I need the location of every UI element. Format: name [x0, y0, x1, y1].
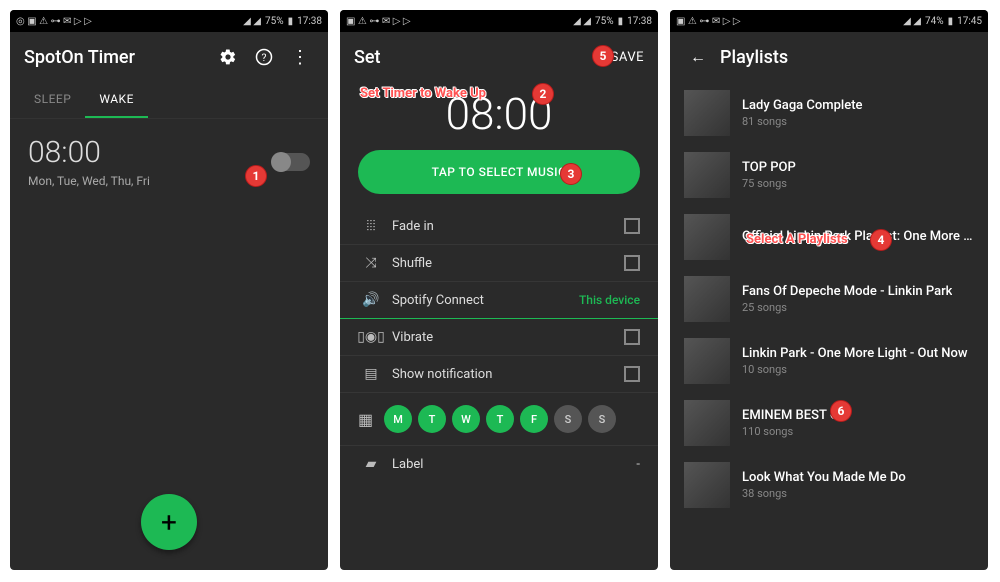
shuffle-icon: ⤨ [358, 255, 384, 271]
annotation-badge-3: 3 [560, 163, 582, 185]
alarm-toggle[interactable] [272, 153, 310, 171]
playlist-list: Lady Gaga Complete 81 songs TOP POP 75 s… [670, 82, 988, 516]
status-bar: ▣ ⚠ ⊶ ✉ ▷ ▷ ◢ ◢ 75% ▮ 17:38 [340, 10, 658, 32]
phone-screen-2: ▣ ⚠ ⊶ ✉ ▷ ▷ ◢ ◢ 75% ▮ 17:38 Set SAVE Set… [340, 10, 658, 570]
playlist-thumbnail [684, 400, 730, 446]
day-fri[interactable]: F [520, 405, 548, 433]
status-bar: ◎ ▣ ⚠ ⊶ ✉ ▷ ▷ ◢ ◢ 75% ▮ 17:38 [10, 10, 328, 32]
playlist-thumbnail [684, 276, 730, 322]
annotation-badge-1: 1 [245, 165, 267, 187]
day-thu[interactable]: T [486, 405, 514, 433]
svg-text:?: ? [262, 51, 267, 64]
status-icons-left: ◎ ▣ ⚠ ⊶ ✉ ▷ ▷ [16, 16, 92, 27]
playlist-item[interactable]: Look What You Made Me Do 38 songs [670, 454, 988, 516]
settings-icon[interactable] [214, 43, 242, 71]
speaker-icon: 🔊 [358, 292, 384, 308]
status-bar: ▣ ⚠ ⊶ ✉ ▷ ▷ ◢ ◢ 74% ▮ 17:45 [670, 10, 988, 32]
playlist-thumbnail [684, 152, 730, 198]
status-icons-right: ◢ ◢ 75% ▮ 17:38 [243, 16, 322, 27]
day-mon[interactable]: M [384, 405, 412, 433]
tab-bar: SLEEP WAKE [10, 82, 328, 119]
checkbox[interactable] [624, 366, 640, 382]
day-sat[interactable]: S [554, 405, 582, 433]
option-fade-in[interactable]: ⦙⦙⦙ Fade in [340, 208, 658, 245]
option-shuffle[interactable]: ⤨ Shuffle [340, 245, 658, 282]
app-title: SpotOn Timer [24, 47, 206, 68]
alarm-time: 08:00 [28, 135, 272, 170]
annotation-badge-6: 6 [830, 400, 852, 422]
label-value: - [636, 457, 640, 472]
app-bar: SpotOn Timer ? ⋮ [10, 32, 328, 82]
checkbox[interactable] [624, 218, 640, 234]
select-music-button[interactable]: TAP TO SELECT MUSIC [358, 150, 640, 194]
phone-screen-3: ▣ ⚠ ⊶ ✉ ▷ ▷ ◢ ◢ 74% ▮ 17:45 ← Playlists … [670, 10, 988, 570]
vibrate-icon: ▯◉▯ [358, 329, 384, 345]
annotation-label: Select A Playlists [746, 232, 848, 247]
equalizer-icon: ⦙⦙⦙ [358, 218, 384, 234]
playlist-item[interactable]: TOP POP 75 songs [670, 144, 988, 206]
annotation-badge-2: 2 [532, 83, 554, 105]
playlist-item[interactable]: Linkin Park - One More Light - Out Now 1… [670, 330, 988, 392]
playlist-thumbnail [684, 90, 730, 136]
playlist-thumbnail [684, 462, 730, 508]
app-bar: ← Playlists [670, 32, 988, 82]
help-icon[interactable]: ? [250, 43, 278, 71]
option-label[interactable]: ▰ Label - [340, 446, 658, 482]
alarm-days: Mon, Tue, Wed, Thu, Fri [28, 174, 272, 188]
day-sun[interactable]: S [588, 405, 616, 433]
annotation-badge-4: 4 [870, 229, 892, 251]
playlist-thumbnail [684, 214, 730, 260]
spotify-value: This device [579, 293, 640, 307]
screen-title: Set [354, 47, 611, 68]
alarm-list-item[interactable]: 08:00 Mon, Tue, Wed, Thu, Fri [10, 119, 328, 204]
phone-screen-1: ◎ ▣ ⚠ ⊶ ✉ ▷ ▷ ◢ ◢ 75% ▮ 17:38 SpotOn Tim… [10, 10, 328, 570]
calendar-icon: ▦ [358, 410, 378, 429]
back-icon[interactable]: ← [684, 43, 712, 71]
add-alarm-fab[interactable]: + [141, 494, 197, 550]
playlist-item[interactable]: Fans Of Depeche Mode - Linkin Park 25 so… [670, 268, 988, 330]
annotation-label: Set Timer to Wake Up [360, 86, 486, 101]
overflow-menu-icon[interactable]: ⋮ [286, 43, 314, 71]
annotation-badge-5: 5 [592, 45, 614, 67]
day-selector: ▦ M T W T F S S [340, 393, 658, 446]
tag-icon: ▰ [358, 456, 384, 472]
option-notification[interactable]: ▤ Show notification [340, 356, 658, 393]
tab-sleep[interactable]: SLEEP [20, 82, 85, 118]
playlist-thumbnail [684, 338, 730, 384]
screen-title: Playlists [720, 47, 974, 68]
playlist-item[interactable]: EMINEM BEST OF 110 songs [670, 392, 988, 454]
checkbox[interactable] [624, 329, 640, 345]
save-button[interactable]: SAVE [611, 50, 644, 65]
playlist-item[interactable]: Lady Gaga Complete 81 songs [670, 82, 988, 144]
day-tue[interactable]: T [418, 405, 446, 433]
option-vibrate[interactable]: ▯◉▯ Vibrate [340, 319, 658, 356]
message-icon: ▤ [358, 366, 384, 382]
checkbox[interactable] [624, 255, 640, 271]
option-spotify-connect[interactable]: 🔊 Spotify Connect This device [340, 282, 658, 319]
day-wed[interactable]: W [452, 405, 480, 433]
tab-wake[interactable]: WAKE [85, 82, 148, 118]
